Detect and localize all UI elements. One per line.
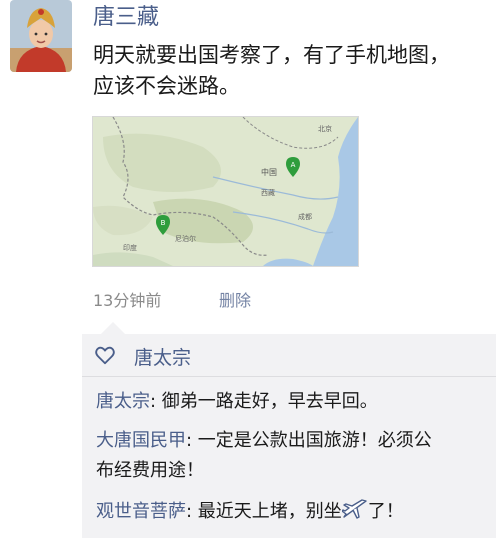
comment-item: 唐太宗: 御弟一路走好，早去早回。 [96,387,496,417]
map-pin-a-label: A [291,161,296,169]
likes-row: 唐太宗 [82,334,496,377]
map-label-chengdu: 成都 [298,212,312,221]
heart-icon [94,344,116,366]
comment-item: 大唐国民甲: 一定是公款出国旅游！必须公 [96,426,496,456]
comment-text: 最近天上堵，别坐 [197,501,342,522]
comment-item: 观世音菩萨: 最近天上堵，别坐 了！ [96,497,496,527]
map-image[interactable]: A B 中国 西藏 印度 尼泊尔 北京 成都 [92,116,359,267]
comments-pointer [101,322,125,334]
map-label-nepal: 尼泊尔 [175,234,196,243]
map-pin-b-label: B [161,219,166,227]
post-meta: 13分钟前 删除 [93,287,251,311]
map-label-beijing: 北京 [318,124,332,133]
delete-link[interactable]: 删除 [219,287,251,311]
map-label-india: 印度 [123,243,137,252]
comment-separator: : [150,391,162,412]
comment-separator: : [186,501,198,522]
post-time: 13分钟前 [93,291,162,310]
comment-text-end: 了！ [367,501,404,522]
airplane-icon [341,498,368,520]
comment-author[interactable]: 观世音菩萨 [96,501,186,522]
comment-author[interactable]: 唐太宗 [96,391,150,412]
comments-panel: 唐太宗 唐太宗: 御弟一路走好，早去早回。 大唐国民甲: 一定是公款出国旅游！必… [82,334,496,538]
map-label-china: 中国 [261,167,277,177]
comment-text-continued: 布经费用途！ [96,460,204,481]
post-text-line-1: 明天就要出国考察了，有了手机地图， [93,43,450,67]
comment-text: 御弟一路走好，早去早回。 [161,391,378,412]
post-text: 明天就要出国考察了，有了手机地图， 应该不会迷路。 [93,40,496,102]
map-label-xizang: 西藏 [261,188,275,197]
comment-author[interactable]: 大唐国民甲 [96,430,186,451]
comment-text: 一定是公款出国旅游！必须公 [197,430,432,451]
comment-separator: : [186,430,198,451]
avatar[interactable] [10,0,72,72]
post-text-line-2: 应该不会迷路。 [93,74,240,98]
post-author[interactable]: 唐三藏 [93,4,159,32]
like-name[interactable]: 唐太宗 [134,343,191,370]
